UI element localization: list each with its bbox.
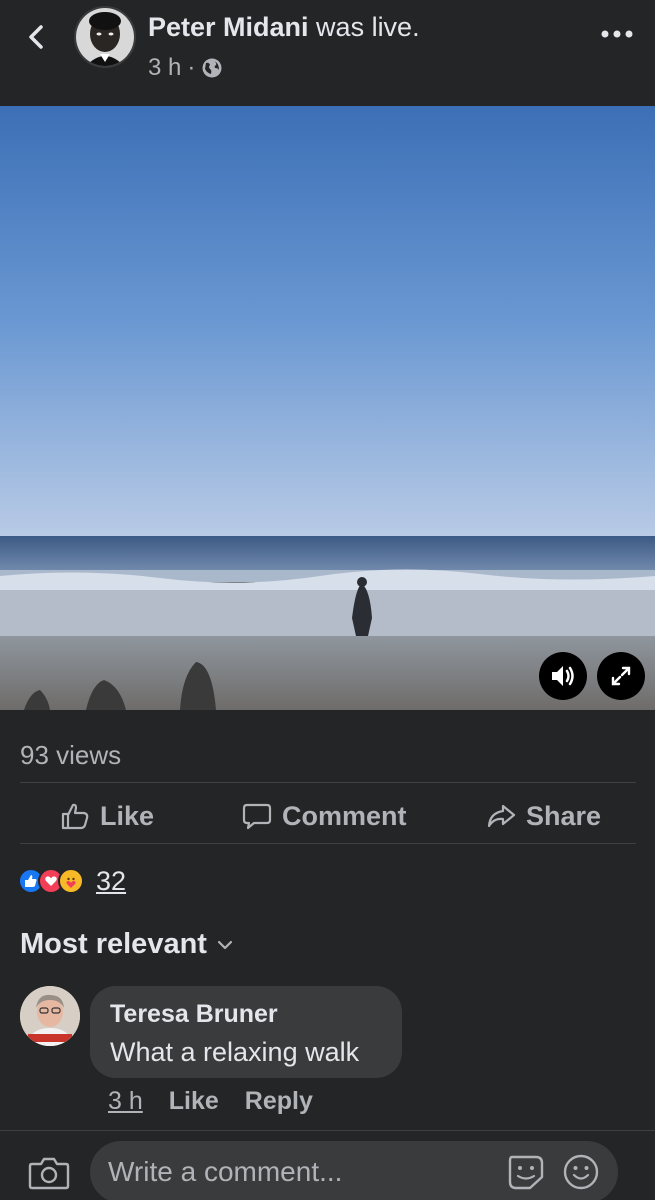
chevron-left-icon[interactable] — [22, 22, 52, 52]
video-frame — [0, 106, 655, 710]
camera-icon[interactable] — [28, 1155, 70, 1191]
comment-reply-button[interactable]: Reply — [245, 1087, 313, 1116]
volume-button[interactable] — [539, 652, 587, 700]
comment-icon — [242, 803, 272, 830]
share-arrow-icon — [487, 804, 516, 828]
thumbs-up-icon — [61, 803, 89, 830]
commenter-avatar[interactable] — [20, 986, 80, 1046]
post-header: Peter Midani was live. 3 h · — [0, 0, 655, 106]
like-label: Like — [100, 800, 155, 831]
comment-author[interactable]: Teresa Bruner — [110, 1000, 382, 1029]
reaction-count[interactable]: 32 — [96, 866, 126, 897]
reaction-summary[interactable]: 32 — [18, 866, 126, 896]
post-meta: 3 h · — [148, 54, 223, 82]
post-time[interactable]: 3 h — [148, 54, 181, 82]
author-name[interactable]: Peter Midani — [148, 12, 309, 42]
comment-time[interactable]: 3 h — [108, 1087, 143, 1116]
author-avatar[interactable] — [74, 6, 136, 68]
comment-bubble[interactable]: Teresa Bruner What a relaxing walk — [90, 986, 402, 1078]
meta-separator: · — [187, 54, 196, 81]
post-action-text: was live. — [308, 12, 420, 42]
comment-sort-dropdown[interactable]: Most relevant — [20, 928, 233, 961]
post-title: Peter Midani was live. — [148, 12, 420, 43]
expand-icon — [611, 666, 631, 686]
comment-composer — [0, 1130, 655, 1200]
emoji-icon[interactable] — [562, 1153, 600, 1191]
share-button[interactable]: Share — [486, 798, 601, 834]
speaker-icon — [552, 666, 574, 686]
care-reaction-icon — [58, 868, 84, 894]
like-button[interactable]: Like — [60, 798, 154, 834]
comment-label: Comment — [282, 800, 407, 831]
globe-icon — [202, 58, 222, 78]
sticker-icon[interactable] — [506, 1153, 546, 1191]
divider — [20, 843, 636, 844]
live-video[interactable] — [0, 106, 655, 710]
comment-like-button[interactable]: Like — [169, 1087, 219, 1116]
comment-text: What a relaxing walk — [110, 1037, 360, 1067]
comment-button[interactable]: Comment — [242, 798, 407, 834]
fullscreen-button[interactable] — [597, 652, 645, 700]
sort-label: Most relevant — [20, 928, 207, 960]
comment-actions: 3 h Like Reply — [108, 1087, 313, 1116]
more-dots-icon[interactable] — [600, 26, 634, 42]
divider — [20, 782, 636, 783]
share-label: Share — [526, 800, 602, 831]
chevron-down-icon — [217, 940, 233, 949]
view-count: 93 views — [20, 740, 122, 770]
